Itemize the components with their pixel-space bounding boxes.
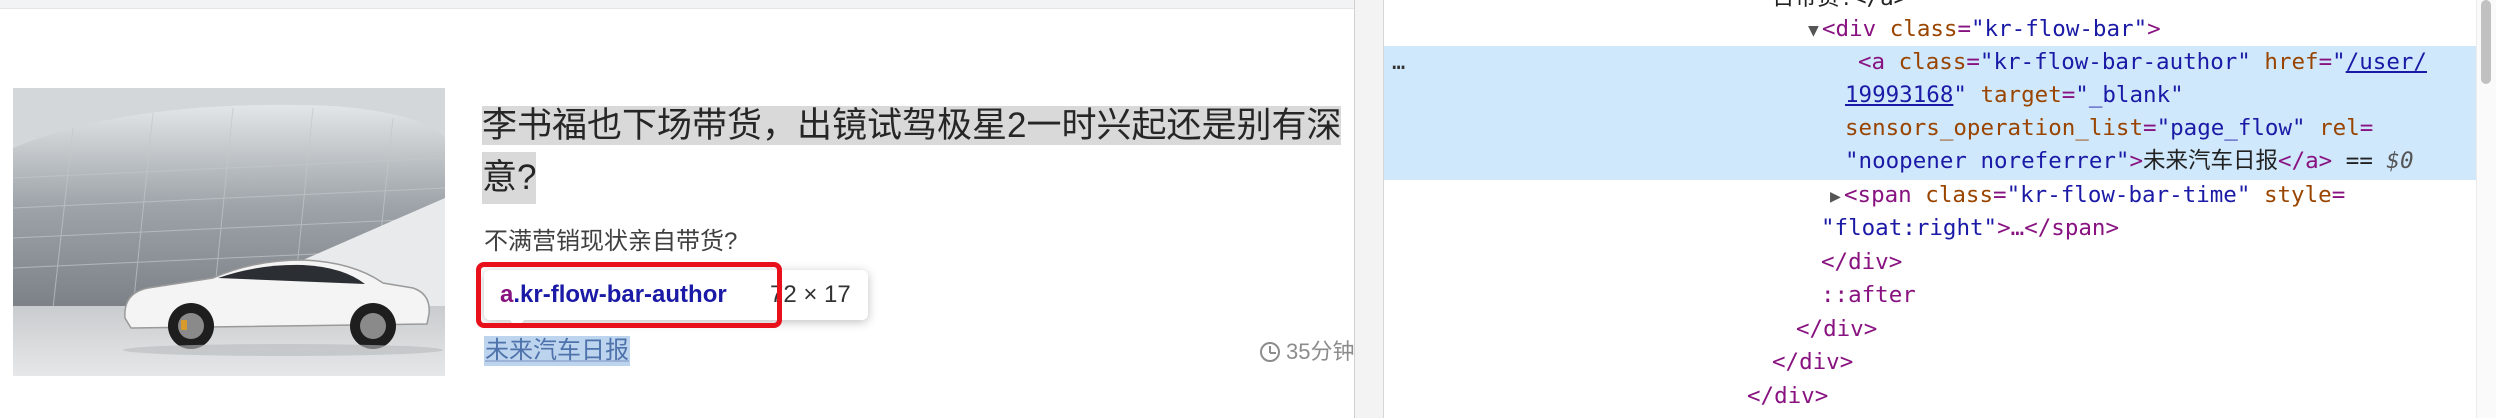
dom-href-link[interactable]: 19993168 — [1845, 82, 1953, 108]
dom-tag: </div> — [1747, 383, 1829, 409]
dom-attr-name: class — [1925, 182, 1994, 208]
dom-text: 日带货!</a> — [1772, 0, 1907, 11]
dom-row-close-div[interactable]: </div> — [1821, 246, 1902, 280]
dom-attr-name: rel — [2319, 115, 2360, 141]
article-title-line1: 李书福也下场带货，出镜试驾极星2一时兴起还是别有深 — [482, 106, 1342, 145]
expand-triangle-icon[interactable]: ▶ — [1830, 180, 1844, 214]
dom-tag: <div — [1822, 16, 1877, 42]
dom-attr-value: "noopener noreferrer" — [1845, 148, 2130, 174]
dom-attr-name: class — [1889, 16, 1958, 42]
webpage-panel: 李书福也下场带货，出镜试驾极星2一时兴起还是别有深 意? 不满营销现状亲自带货?… — [0, 0, 1354, 418]
dom-console-ref: $0 — [2386, 148, 2414, 174]
dom-attr-value: "_blank" — [2075, 82, 2184, 108]
previous-item-strip — [0, 0, 1354, 8]
dom-tag: <a — [1858, 49, 1886, 75]
dom-attr-value: "kr-flow-bar" — [1971, 16, 2148, 42]
dom-selected-marker: == — [2345, 148, 2373, 174]
dom-row-continuation[interactable]: 19993168" target="_blank" — [1845, 79, 2184, 113]
dom-href-link[interactable]: /user/ — [2346, 49, 2427, 75]
dom-attr-name: sensors_operation_list — [1845, 115, 2144, 141]
dom-tag: </div> — [1796, 316, 1878, 342]
panel-splitter[interactable] — [1354, 0, 1384, 418]
dom-row-close-div[interactable]: </div> — [1747, 380, 1828, 414]
inspector-tooltip-size: 72 × 17 — [770, 281, 851, 308]
dom-row-pseudo-after[interactable]: ::after — [1821, 279, 1916, 313]
dom-tag: </div> — [1821, 249, 1903, 275]
article-title-line2: 意? — [482, 152, 537, 204]
dom-row-continuation[interactable]: "noopener noreferrer">未来汽车日报</a> == $0 — [1845, 145, 2414, 179]
dom-attr-value: "page_flow" — [2156, 115, 2306, 141]
dom-row-continuation[interactable]: "float:right">…</span> — [1821, 212, 2119, 246]
dom-attr-value: "kr-flow-bar-time" — [2006, 182, 2251, 208]
scrollbar-thumb[interactable] — [2481, 0, 2491, 84]
dom-attr-name: target — [1980, 82, 2062, 108]
dom-row-span-time[interactable]: ▶ <span class="kr-flow-bar-time" style= — [1830, 179, 2345, 213]
devtools-elements-panel: … 日带货!</a> ▼<div class="kr-flow-bar"> <a… — [1384, 0, 2496, 418]
dom-row-close-div[interactable]: </div> — [1772, 346, 1853, 380]
dom-tag: </div> — [1772, 349, 1854, 375]
collapse-triangle-icon[interactable]: ▼ — [1808, 14, 1822, 48]
dom-attr-value: "kr-flow-bar-author" — [1979, 49, 2251, 75]
dom-text-node: 未来汽车日报 — [2143, 148, 2279, 174]
dom-attr-name: style — [2263, 182, 2332, 208]
dom-row-div-kr-flow-bar[interactable]: ▼ <div class="kr-flow-bar"> — [1808, 13, 2161, 47]
dom-tag: >…</span> — [1997, 215, 2120, 241]
divider — [0, 8, 1354, 9]
dom-tag: > — [2147, 16, 2161, 42]
publish-time-text: 35分钟 — [1286, 339, 1354, 364]
clock-icon — [1260, 342, 1280, 362]
dom-row-a-author-selected[interactable]: <a class="kr-flow-bar-author" href="/use… — [1858, 46, 2427, 80]
dom-row-continuation[interactable]: sensors_operation_list="page_flow" rel= — [1845, 112, 2373, 146]
dom-attr-name: class — [1898, 49, 1967, 75]
article-summary: 不满营销现状亲自带货? — [484, 228, 738, 255]
highlight-annotation-box — [476, 262, 782, 328]
dom-row-close-div[interactable]: </div> — [1796, 313, 1877, 347]
author-link[interactable]: 未来汽车日报 — [484, 336, 630, 366]
article-thumbnail[interactable] — [13, 88, 445, 376]
dom-tag: <span — [1844, 182, 1912, 208]
article-title[interactable]: 李书福也下场带货，出镜试驾极星2一时兴起还是别有深 意? — [482, 100, 1354, 204]
dom-tag: </a> — [2278, 148, 2333, 174]
dom-attr-value: "float:right" — [1821, 215, 1998, 241]
car-photo-image — [13, 88, 445, 376]
dom-pseudo-element: ::after — [1821, 282, 1916, 308]
publish-time: 35分钟 — [1260, 338, 1354, 366]
node-actions-ellipsis[interactable]: … — [1392, 46, 1405, 80]
dom-attr-name: href — [2264, 49, 2319, 75]
